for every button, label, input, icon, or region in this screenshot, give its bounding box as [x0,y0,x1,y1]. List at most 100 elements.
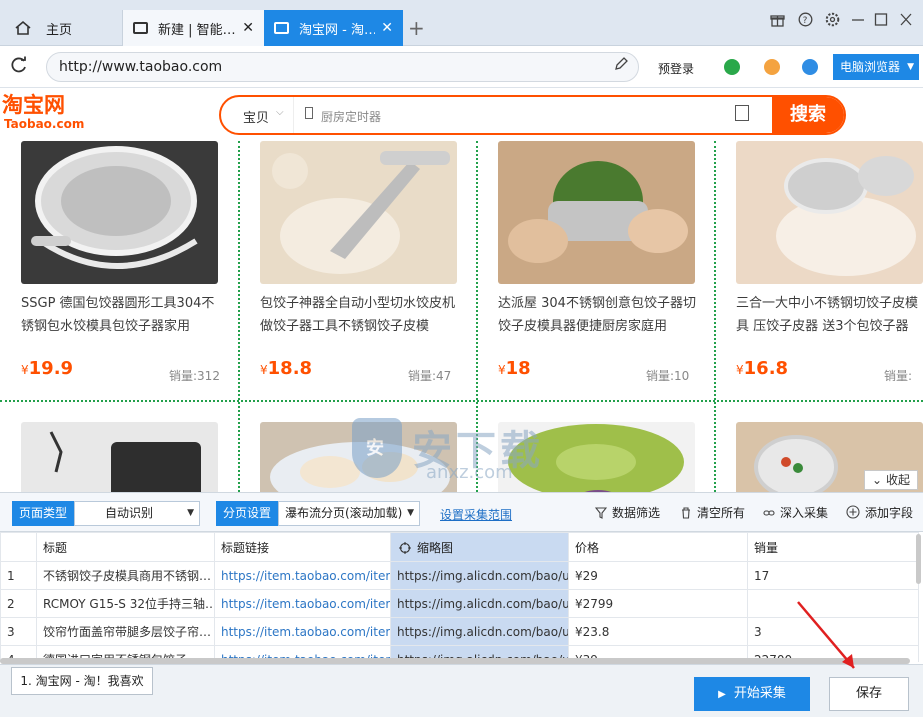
search-input[interactable]: 厨房定时器 [321,108,381,125]
watermark-sub: anxz.com [426,462,513,483]
cell-link[interactable]: https://item.taobao.com/item… [214,617,391,646]
data-table: 标题 标题链接 缩略图 价格 销量 1 不锈钢饺子皮模具商用不锈钢… https… [0,532,923,662]
input-caret-icon [305,107,313,119]
app-window: 主页 新建 | 智能… ✕ 淘宝网 - 淘… ✕ + ? http://www.… [0,0,923,717]
column-header-index [0,532,37,562]
product-sales: 销量:47 [408,369,452,383]
table-row[interactable]: 2 RCMOY G15-S 32位手持三轴… https://item.taob… [0,589,919,618]
watermark: 安 安下载 anxz.com [352,418,612,488]
deep-collect-button[interactable]: 深入采集 [763,504,828,521]
cell-title[interactable]: 饺帘竹面盖帘带腿多层饺子帘… [36,617,215,646]
crosshair-icon [399,541,411,554]
page-type-value: 自动识别 [105,506,154,520]
collapse-button[interactable]: ⌄ 收起 [864,470,918,490]
tab-label: 淘宝网 - 淘… [299,22,376,38]
browser-mode-dropdown[interactable]: 电脑浏览器 ▼ [833,54,919,80]
table-row[interactable]: 1 不锈钢饺子皮模具商用不锈钢… https://item.taobao.com… [0,561,919,590]
tab-new-smart[interactable]: 新建 | 智能… ✕ [122,10,264,46]
product-image[interactable] [21,422,218,492]
divider [714,141,716,492]
cell-thumbnail[interactable]: https://img.alicdn.com/bao/u… [390,589,569,618]
product-title[interactable]: 包饺子神器全自动小型切水饺皮机做饺子器工具不锈钢饺子皮模 [260,292,460,338]
pagination-value: 瀑布流分页(滚动加载) [285,506,403,520]
clear-all-button[interactable]: 清空所有 [680,504,745,521]
column-header[interactable]: 标题 [36,532,215,562]
edit-pen-icon[interactable] [614,53,628,81]
play-icon: ▶ [718,689,726,700]
chevron-down-icon: ⌄ [872,473,883,487]
product-title[interactable]: 三合一大中小不锈钢切饺子皮模具 压饺子皮器 送3个包饺子器 [736,292,923,338]
cell-title[interactable]: RCMOY G15-S 32位手持三轴… [36,589,215,618]
column-header[interactable]: 销量 [747,532,919,562]
cell-price[interactable]: ¥29 [568,561,748,590]
column-header[interactable]: 标题链接 [214,532,391,562]
url-text: http://www.taobao.com [59,59,223,75]
save-button[interactable]: 保存 [829,677,909,711]
page-icon [133,22,148,34]
product-image[interactable] [736,141,923,284]
search-button[interactable]: 搜索 [772,97,844,133]
gift-icon[interactable] [770,12,785,31]
add-field-button[interactable]: 添加字段 [846,504,913,521]
product-grid: SSGP 德国包饺器圆形工具304不锈钢包水饺模具包饺子器家用 ¥19.9 销量… [0,141,923,492]
set-scope-link[interactable]: 设置采集范围 [440,506,512,523]
tab-taobao[interactable]: 淘宝网 - 淘… ✕ [264,10,403,46]
camera-icon[interactable] [735,105,749,121]
close-window-icon[interactable] [899,12,913,31]
product-image[interactable] [21,141,218,284]
product-image[interactable] [260,141,457,284]
product-title[interactable]: 达派屋 304不锈钢创意包饺子器切饺子皮模具器便捷厨房家庭用 [498,292,698,338]
reload-icon[interactable] [10,56,28,79]
tab-home-page[interactable]: 主页 [36,10,122,46]
pagination-select[interactable]: 瀑布流分页(滚动加载) ▼ [278,501,420,526]
divider [0,400,923,402]
filter-data-button[interactable]: 数据筛选 [595,504,660,521]
cell-title[interactable]: 不锈钢饺子皮模具商用不锈钢… [36,561,215,590]
cloud-icon[interactable] [764,59,780,75]
vertical-scrollbar[interactable] [916,534,921,584]
filter-icon [595,507,607,519]
home-icon [14,20,31,35]
table-row[interactable]: 3 饺帘竹面盖帘带腿多层饺子帘… https://item.taobao.com… [0,617,919,646]
green-clock-icon[interactable] [724,59,740,75]
link-icon [763,510,775,516]
taobao-logo-sub: Taobao.com [4,117,85,131]
cell-sales[interactable]: 17 [747,561,919,590]
cell-link[interactable]: https://item.taobao.com/item… [214,589,391,618]
product-sales: 销量:312 [169,369,220,383]
search-bar: 宝贝 ⌵ 厨房定时器 搜索 [219,95,846,135]
cell-thumbnail[interactable]: https://img.alicdn.com/bao/u… [390,561,569,590]
new-tab-icon[interactable]: + [408,16,425,40]
product-title[interactable]: SSGP 德国包饺器圆形工具304不锈钢包水饺模具包饺子器家用 [21,292,221,338]
cell-price[interactable]: ¥2799 [568,589,748,618]
page-type-select[interactable]: 自动识别 ▼ [74,501,200,526]
start-collect-button[interactable]: ▶ 开始采集 [694,677,810,711]
maximize-icon[interactable] [874,12,888,31]
tab-label: 新建 | 智能… [158,22,236,38]
chevron-down-icon: ⌵ [276,107,284,118]
url-input[interactable]: http://www.taobao.com [46,52,639,82]
cell-price[interactable]: ¥23.8 [568,617,748,646]
cell-thumbnail[interactable]: https://img.alicdn.com/bao/u… [390,617,569,646]
pagination-label: 分页设置 [216,501,278,526]
thermometer-icon[interactable] [802,59,818,75]
taobao-logo[interactable]: 淘宝网 [2,94,65,116]
tab-label: 主页 [46,22,73,38]
settings-icon[interactable] [825,12,840,31]
minimize-icon[interactable] [851,12,865,31]
close-tab-icon[interactable]: ✕ [381,20,393,36]
svg-text:?: ? [803,16,808,26]
search-category[interactable]: 宝贝 [243,107,269,126]
product-price: ¥19.9 [21,358,74,379]
help-icon[interactable]: ? [798,12,813,31]
column-header-selected[interactable]: 缩略图 [390,532,569,562]
row-number: 1 [0,561,37,590]
prelogin-button[interactable]: 预登录 [658,60,694,77]
tab-bar: 主页 新建 | 智能… ✕ 淘宝网 - 淘… ✕ + ? [0,0,923,46]
cell-link[interactable]: https://item.taobao.com/item… [214,561,391,590]
column-header[interactable]: 价格 [568,532,748,562]
product-price: ¥18 [498,358,531,379]
product-image[interactable] [498,141,695,284]
task-tab[interactable]: 1. 淘宝网 - 淘！我喜欢 [11,667,153,695]
close-tab-icon[interactable]: ✕ [242,20,254,36]
